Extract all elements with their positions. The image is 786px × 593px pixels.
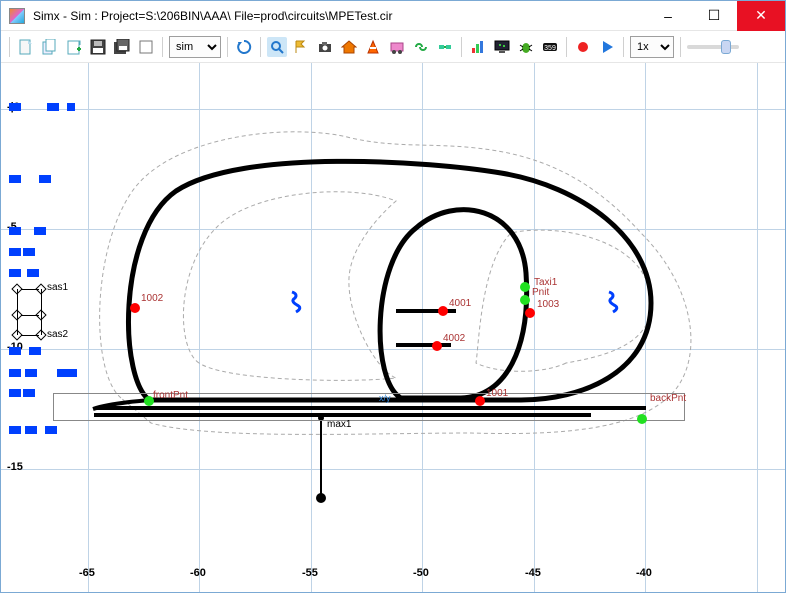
box-icon[interactable] — [136, 37, 156, 57]
counter-icon[interactable]: 359 — [540, 37, 560, 57]
lbl-1001: 1001 — [486, 388, 508, 399]
lbl-4002: 4002 — [443, 333, 465, 344]
link-icon[interactable] — [411, 37, 431, 57]
house-icon[interactable] — [339, 37, 359, 57]
pt-4002[interactable] — [432, 341, 442, 351]
close-button[interactable]: ✕ — [737, 1, 785, 31]
monitor-icon[interactable] — [492, 37, 512, 57]
refresh-icon[interactable] — [234, 37, 254, 57]
x-tick-50: -50 — [413, 567, 429, 579]
window-title: Simx - Sim : Project=S:\206BIN\AAA\ File… — [33, 9, 645, 23]
save-icon[interactable] — [88, 37, 108, 57]
play-icon[interactable] — [597, 37, 617, 57]
separator — [566, 37, 567, 57]
lbl-1002: 1002 — [141, 293, 163, 304]
speed-combo[interactable]: 1x — [630, 36, 674, 58]
slider[interactable] — [687, 45, 739, 49]
separator — [623, 37, 624, 57]
x-tick-60: -60 — [190, 567, 206, 579]
separator — [227, 37, 228, 57]
lbl-pnit: Pnit — [532, 287, 549, 298]
pt-1001[interactable] — [475, 396, 485, 406]
lbl-4001: 4001 — [449, 298, 471, 309]
pt-pnit[interactable] — [520, 295, 530, 305]
pt-1003[interactable] — [525, 308, 535, 318]
new-copy-icon[interactable] — [40, 37, 60, 57]
x-tick-55: -55 — [302, 567, 318, 579]
record-icon[interactable] — [573, 37, 593, 57]
separator — [461, 37, 462, 57]
sim-combo[interactable]: sim — [169, 36, 221, 58]
lbl-frontpnt: frontPnt — [153, 390, 188, 401]
pt-1002[interactable] — [130, 303, 140, 313]
chart-icon[interactable] — [468, 37, 488, 57]
blue-marker — [605, 290, 619, 314]
maximize-button[interactable]: ☐ — [691, 1, 737, 31]
canvas[interactable]: -|0 -5 -10 -15 -65 -60 -55 -50 -45 -40 s… — [1, 63, 785, 592]
toolbar: sim 359 1x — [1, 31, 785, 63]
sas2-label: sas2 — [47, 329, 68, 340]
train-icon[interactable] — [387, 37, 407, 57]
titlebar: Simx - Sim : Project=S:\206BIN\AAA\ File… — [1, 1, 785, 31]
cone-icon[interactable] — [363, 37, 383, 57]
y-tick-15: -15 — [7, 461, 23, 473]
link2-icon[interactable] — [435, 37, 455, 57]
sas1-label: sas1 — [47, 282, 68, 293]
separator — [162, 37, 163, 57]
pt-taxi1[interactable] — [520, 282, 530, 292]
x-tick-65: -65 — [79, 567, 95, 579]
new-file-icon[interactable] — [16, 37, 36, 57]
pt-backpnt[interactable] — [637, 414, 647, 424]
separator — [260, 37, 261, 57]
lbl-max1: max1 — [327, 419, 351, 430]
app-icon — [9, 8, 25, 24]
separator — [9, 37, 10, 57]
xy-label: x/y — [379, 393, 391, 403]
lbl-backpnt: backPnt — [650, 393, 686, 404]
blue-marker — [288, 290, 302, 314]
pt-max1[interactable] — [316, 493, 326, 503]
minimize-button[interactable]: – — [645, 1, 691, 31]
pt-4001[interactable] — [438, 306, 448, 316]
zoom-icon[interactable] — [267, 37, 287, 57]
save-multi-icon[interactable] — [112, 37, 132, 57]
bug-icon[interactable] — [516, 37, 536, 57]
x-tick-40: -40 — [636, 567, 652, 579]
lbl-1003: 1003 — [537, 299, 559, 310]
camera-icon[interactable] — [315, 37, 335, 57]
svg-text:359: 359 — [544, 45, 556, 52]
new-plus-icon[interactable] — [64, 37, 84, 57]
track-drawing — [1, 63, 785, 592]
x-tick-45: -45 — [525, 567, 541, 579]
flag-icon[interactable] — [291, 37, 311, 57]
separator — [680, 37, 681, 57]
